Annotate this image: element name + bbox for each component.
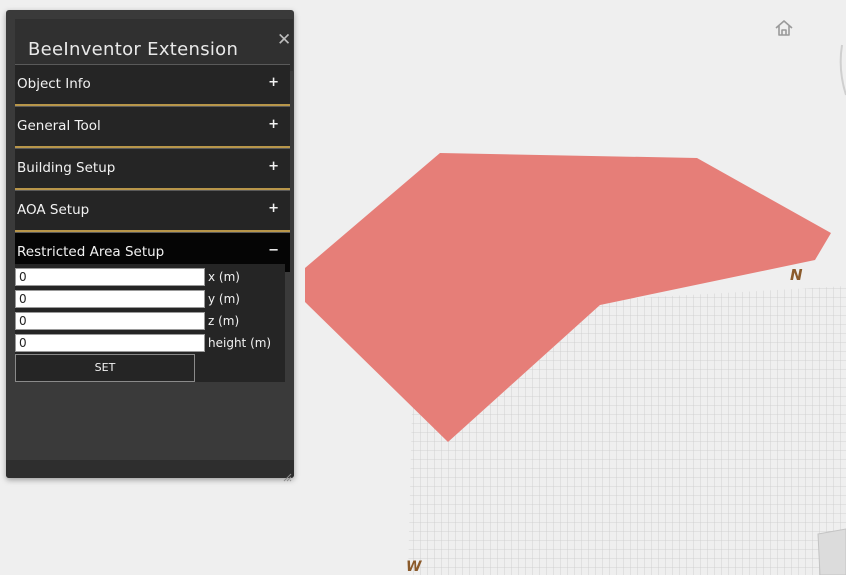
collapse-minus-icon[interactable]: −: [268, 243, 279, 258]
y-input[interactable]: [15, 290, 205, 308]
section-label: AOA Setup: [17, 202, 90, 218]
z-input[interactable]: [15, 312, 205, 330]
close-icon[interactable]: ✕: [277, 32, 291, 49]
panel-footer: [6, 460, 294, 482]
corner-gizmo: [817, 528, 846, 575]
accordion: Object Info + General Tool + Building Se…: [15, 64, 290, 272]
resize-handle-icon[interactable]: [283, 467, 292, 482]
compass-west-label: W: [406, 559, 422, 575]
height-input[interactable]: [15, 334, 205, 352]
restricted-area-form: x (m) y (m) z (m) height (m) SET: [15, 264, 285, 382]
expand-plus-icon[interactable]: +: [268, 159, 279, 174]
x-label: x (m): [208, 270, 240, 284]
section-label: Restricted Area Setup: [17, 244, 165, 260]
expand-plus-icon[interactable]: +: [268, 117, 279, 132]
y-label: y (m): [208, 292, 240, 306]
x-input[interactable]: [15, 268, 205, 286]
panel-title: BeeInventor Extension: [28, 39, 239, 60]
extension-panel: BeeInventor Extension ✕ Object Info + Ge…: [6, 10, 294, 482]
section-label: Building Setup: [17, 160, 116, 176]
expand-plus-icon[interactable]: +: [268, 201, 279, 216]
section-label: General Tool: [17, 118, 101, 134]
compass-north-label: N: [790, 266, 803, 284]
section-object-info[interactable]: Object Info +: [15, 64, 290, 106]
section-general-tool[interactable]: General Tool +: [15, 106, 290, 148]
set-button[interactable]: SET: [15, 354, 195, 382]
section-building-setup[interactable]: Building Setup +: [15, 148, 290, 190]
view-cube-edge: [839, 44, 846, 96]
z-label: z (m): [208, 314, 240, 328]
section-aoa-setup[interactable]: AOA Setup +: [15, 190, 290, 232]
height-label: height (m): [208, 336, 272, 350]
section-label: Object Info: [17, 76, 91, 92]
home-icon[interactable]: [773, 17, 795, 39]
expand-plus-icon[interactable]: +: [268, 75, 279, 90]
